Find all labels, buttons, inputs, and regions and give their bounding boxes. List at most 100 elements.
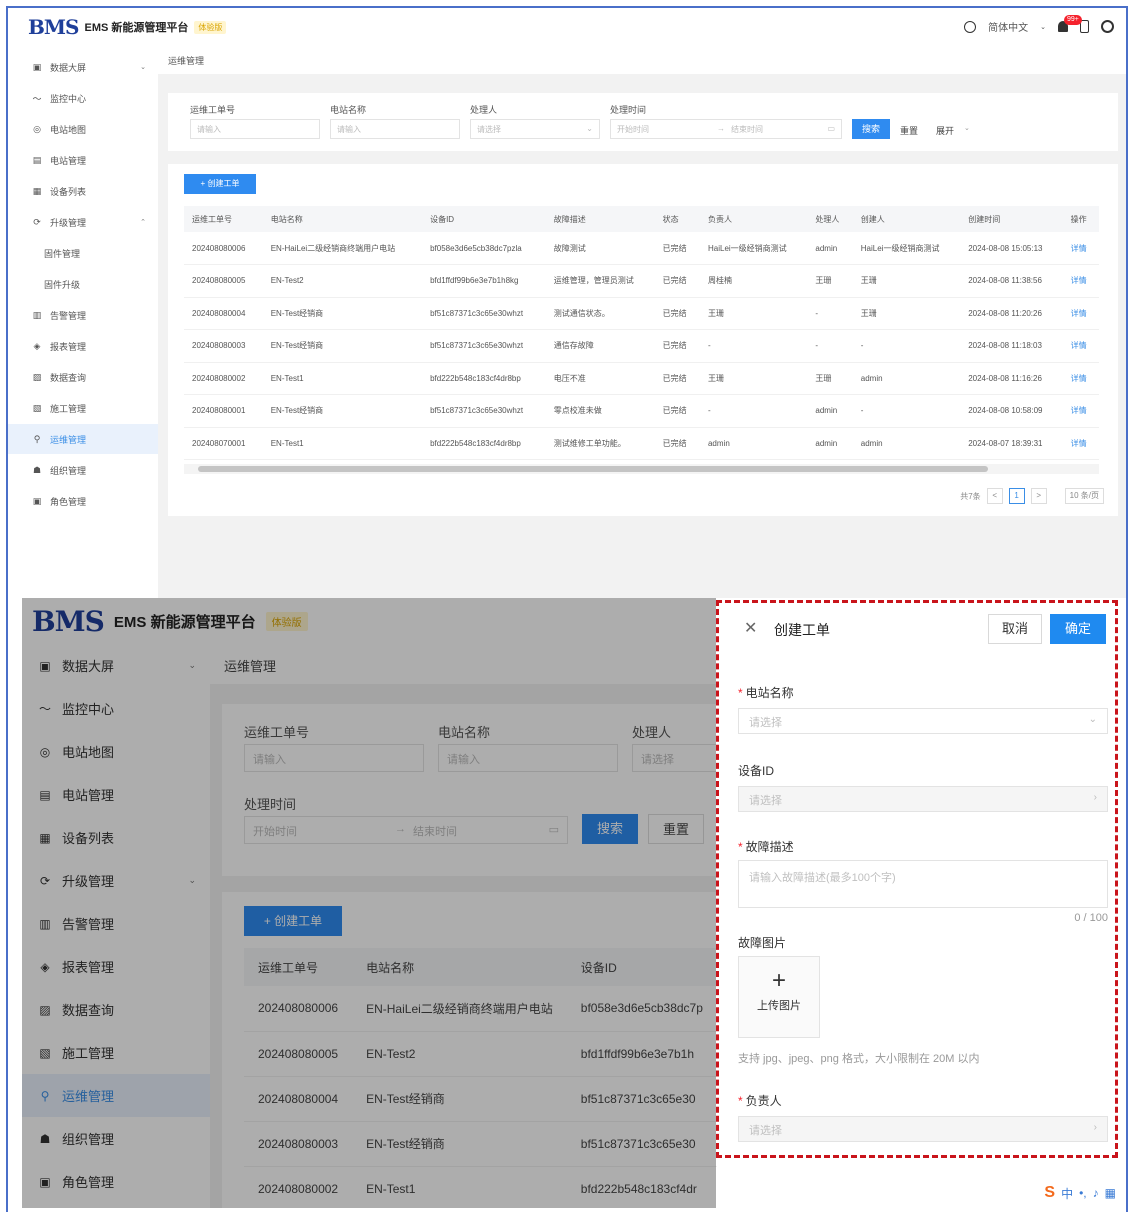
- column-header[interactable]: 运维工单号: [184, 206, 263, 232]
- expand-chevron-icon[interactable]: ⌄: [964, 124, 970, 132]
- time-range-picker[interactable]: 开始时间 → 结束时间 ▭: [610, 119, 842, 139]
- column-header[interactable]: 创建时间: [960, 206, 1063, 232]
- drawer-title: 创建工单: [774, 622, 830, 638]
- upload-image-button[interactable]: + 上传图片: [738, 956, 820, 1038]
- sidebar-item[interactable]: ◎ 电站地图: [8, 114, 158, 144]
- detail-link[interactable]: 详情: [1062, 232, 1099, 265]
- table-cell: 202408070001: [184, 427, 263, 460]
- table-cell: bf51c87371c3c65e30whzt: [422, 297, 546, 330]
- table-cell: -: [807, 297, 853, 330]
- create-order-button[interactable]: + 创建工单: [184, 174, 256, 194]
- device-icon: ▦: [32, 185, 42, 196]
- column-header[interactable]: 设备ID: [422, 206, 546, 232]
- table-cell: 已完结: [654, 362, 700, 395]
- modal-overlay[interactable]: [22, 598, 716, 1208]
- cancel-button[interactable]: 取消: [988, 614, 1042, 644]
- table-cell: 2024-08-08 10:58:09: [960, 394, 1063, 428]
- sidebar-item[interactable]: ▧ 施工管理: [8, 393, 158, 423]
- calendar-icon: ▭: [827, 124, 835, 133]
- column-header[interactable]: 状态: [654, 206, 700, 232]
- table-cell: 已完结: [654, 329, 700, 363]
- ime-toolbar[interactable]: S 中 •, ♪ ▦: [1044, 1184, 1116, 1202]
- table-cell: -: [852, 394, 961, 428]
- detail-link[interactable]: 详情: [1062, 264, 1099, 298]
- sidebar-item[interactable]: 固件升级: [8, 269, 158, 299]
- required-mark: *: [738, 840, 743, 854]
- search-button[interactable]: 搜索: [852, 119, 890, 139]
- table-cell: 202408080001: [184, 394, 263, 428]
- handler-select[interactable]: 请选择 ⌄: [470, 119, 600, 139]
- owner-select[interactable]: 请选择 ›: [738, 1116, 1108, 1142]
- page-size-select[interactable]: 10 条/页: [1064, 488, 1104, 504]
- column-header[interactable]: 电站名称: [262, 206, 423, 232]
- detail-link[interactable]: 详情: [1062, 394, 1099, 428]
- language-select[interactable]: 简体中文: [988, 19, 1028, 34]
- ime-mode: 中: [1061, 1186, 1074, 1201]
- table-cell: 已完结: [654, 427, 700, 460]
- detail-link[interactable]: 详情: [1062, 427, 1099, 460]
- sidebar-item[interactable]: ▨ 数据查询: [8, 362, 158, 392]
- expand-button[interactable]: 展开: [936, 124, 954, 137]
- page-1-button[interactable]: 1: [1008, 488, 1025, 504]
- globe-icon[interactable]: [964, 20, 977, 33]
- fault-desc-textarea[interactable]: 请输入故障描述(最多100个字): [738, 860, 1108, 908]
- column-header[interactable]: 创建人: [852, 206, 961, 232]
- horizontal-scrollbar[interactable]: [184, 464, 1099, 474]
- table-cell: admin: [852, 362, 961, 395]
- table-cell: 202408080004: [184, 297, 263, 330]
- punctuation-icon: •,: [1079, 1186, 1087, 1200]
- required-mark: *: [738, 1094, 743, 1108]
- table-cell: EN-Test1: [262, 362, 423, 395]
- table-row: 202408080002 EN-Test1 bfd222b548c183cf4dr8…: [184, 362, 1099, 395]
- scrollbar-thumb[interactable]: [198, 466, 988, 472]
- device-id-label: 设备ID: [738, 764, 775, 778]
- sidebar-item[interactable]: ▥ 告警管理: [8, 300, 158, 330]
- table-cell: 王珊: [807, 362, 853, 395]
- sidebar-item[interactable]: 固件管理: [8, 238, 158, 268]
- table-cell: 周桂楠: [699, 264, 808, 298]
- station-input[interactable]: 请输入: [330, 119, 460, 139]
- fault-desc-text: 故障描述: [745, 840, 794, 854]
- column-header[interactable]: 负责人: [699, 206, 808, 232]
- sidebar-item[interactable]: ◈ 报表管理: [8, 331, 158, 361]
- brand-logo: BMS: [28, 15, 79, 39]
- bell-icon[interactable]: 99+: [1058, 15, 1082, 32]
- detail-link[interactable]: 详情: [1062, 297, 1099, 330]
- sidebar-item[interactable]: ⟳ 升级管理 ⌃: [8, 207, 158, 237]
- close-icon[interactable]: ✕: [744, 618, 757, 638]
- next-page-button[interactable]: >: [1030, 488, 1047, 504]
- column-header[interactable]: 操作: [1062, 206, 1099, 232]
- role-icon: ▣: [32, 495, 42, 506]
- order-table: 运维工单号 电站名称 设备ID 故障描述 状态 负责人 处理人 创建人 创建时间 操作 20240…: [184, 206, 1099, 460]
- construction-icon: ▧: [32, 402, 42, 413]
- sidebar-item[interactable]: ▣ 角色管理: [8, 486, 158, 516]
- device-id-placeholder: 请选择: [749, 795, 782, 807]
- order-no-input[interactable]: 请输入: [190, 119, 320, 139]
- reset-button[interactable]: 重置: [900, 124, 918, 137]
- app-title: EMS 新能源管理平台: [84, 22, 189, 34]
- user-icon[interactable]: [1101, 20, 1114, 33]
- sidebar-item[interactable]: ⚲ 运维管理: [8, 424, 158, 454]
- sidebar-item[interactable]: 〜监控中心: [8, 83, 158, 113]
- detail-link[interactable]: 详情: [1062, 362, 1099, 395]
- table-cell: 已完结: [654, 297, 700, 330]
- chevron-right-icon: ›: [1093, 1122, 1097, 1133]
- sidebar-item[interactable]: ▤ 电站管理: [8, 145, 158, 175]
- sidebar-item[interactable]: ▦ 设备列表: [8, 176, 158, 206]
- confirm-button[interactable]: 确定: [1050, 614, 1106, 644]
- sidebar-item[interactable]: ▣ 数据大屏 ⌄: [8, 52, 158, 82]
- device-id-select[interactable]: 请选择 ›: [738, 786, 1108, 812]
- time-start: 开始时间: [617, 125, 649, 134]
- station-name-select[interactable]: 请选择 ⌄: [738, 708, 1108, 734]
- table-cell: 202408080003: [184, 329, 263, 363]
- chevron-down-icon[interactable]: ⌄: [1040, 23, 1046, 31]
- table-cell: 王珊: [807, 264, 853, 298]
- detail-link[interactable]: 详情: [1062, 329, 1099, 363]
- column-header[interactable]: 处理人: [807, 206, 853, 232]
- sidebar-item[interactable]: ☗ 组织管理: [8, 455, 158, 485]
- sidebar-item-label: 告警管理: [50, 310, 87, 321]
- column-header[interactable]: 故障描述: [545, 206, 655, 232]
- sogou-icon: S: [1044, 1184, 1056, 1201]
- prev-page-button[interactable]: <: [986, 488, 1003, 504]
- table-row: 202408080003 EN-Test经销商 bf51c87371c3c65e30…: [184, 329, 1099, 363]
